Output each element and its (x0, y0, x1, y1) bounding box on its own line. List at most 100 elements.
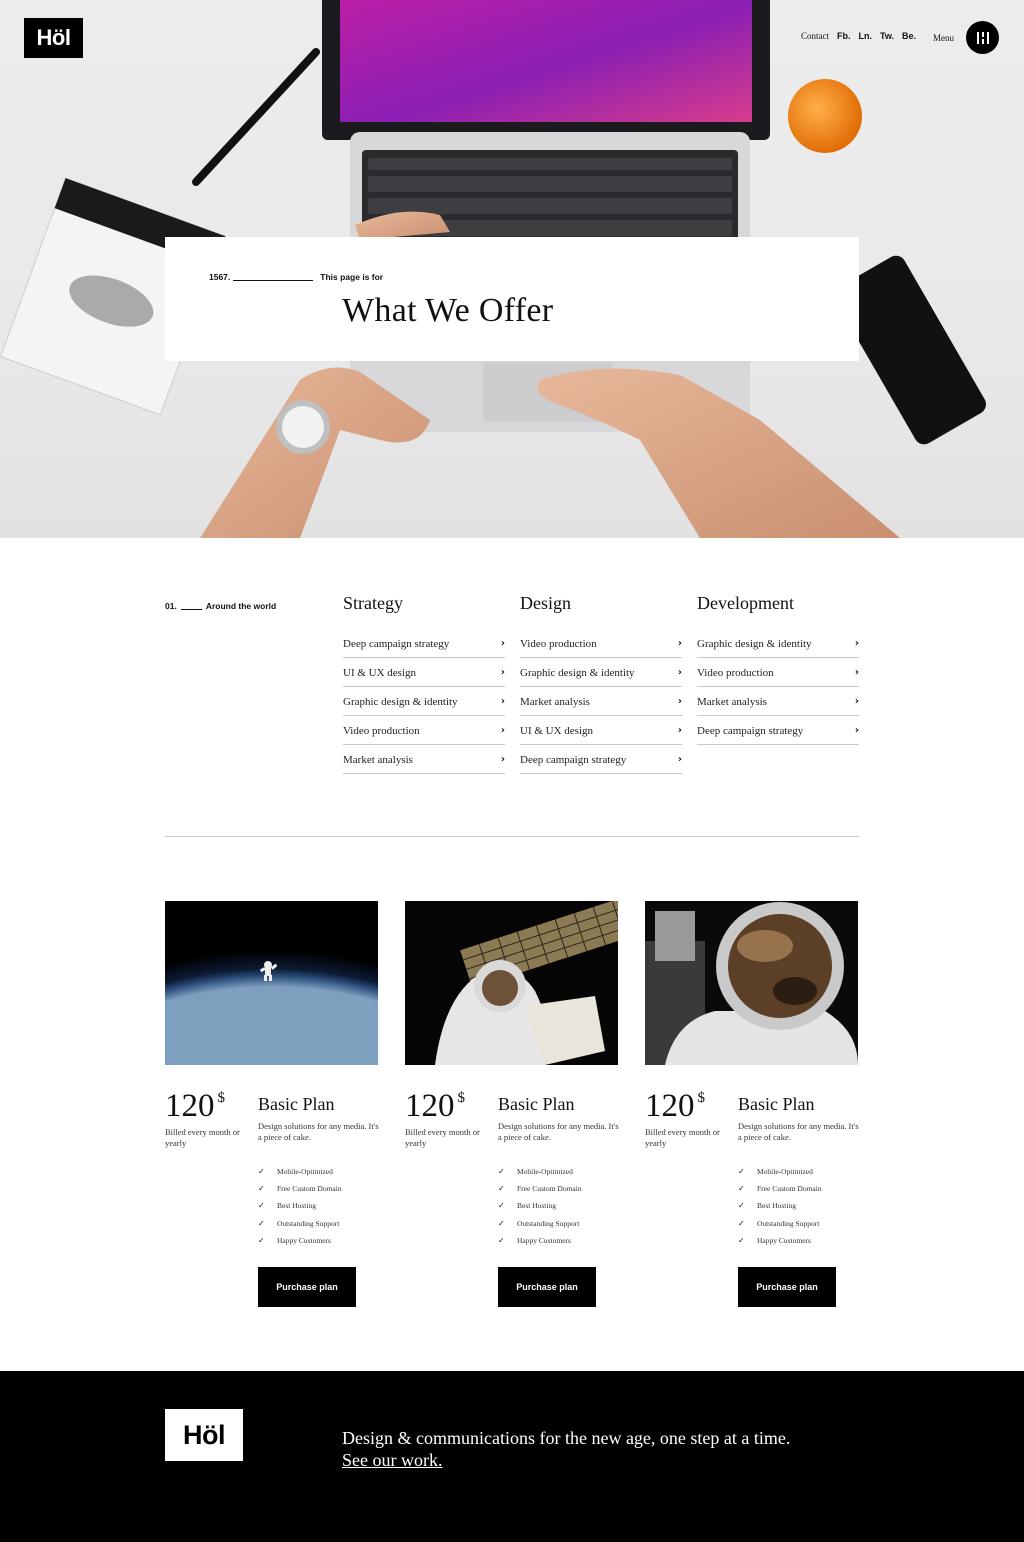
check-icon: ✓ (738, 1218, 745, 1228)
services-column-strategy: Strategy Deep campaign strategy › UI & UX… (343, 592, 505, 774)
service-link[interactable]: UI & UX design › (343, 658, 505, 687)
plan-name: Basic Plan (738, 1094, 815, 1114)
service-link[interactable]: Market analysis › (520, 687, 682, 716)
menu-icon (976, 31, 989, 44)
social-link-fb[interactable]: Fb. (837, 31, 851, 41)
chevron-right-icon: › (854, 667, 859, 678)
feature-label: Free Custom Domain (757, 1184, 822, 1194)
contact-link[interactable]: Contact (801, 31, 829, 41)
check-icon: ✓ (498, 1201, 505, 1211)
service-link[interactable]: Video production › (520, 629, 682, 658)
footer-tagline: Design & communications for the new age,… (342, 1428, 791, 1448)
chevron-right-icon: › (500, 696, 505, 707)
services-label-text: Around the world (205, 601, 277, 611)
service-label: Video production (520, 637, 597, 650)
service-link[interactable]: Deep campaign strategy › (520, 745, 682, 774)
chevron-right-icon: › (677, 696, 682, 707)
service-link[interactable]: Graphic design & identity › (697, 629, 859, 658)
plan-billing: Billed every month or yearly (645, 1127, 720, 1148)
pricing-plan: 120 $ Billed every month or yearly Basic … (165, 901, 379, 1307)
chevron-right-icon: › (677, 638, 682, 649)
services-column-development: Development Graphic design & identity › V… (697, 592, 859, 745)
chevron-right-icon: › (854, 725, 859, 736)
check-icon: ✓ (738, 1167, 745, 1177)
menu-button[interactable] (966, 21, 999, 54)
feature-item: ✓ Free Custom Domain (738, 1180, 822, 1197)
feature-item: ✓ Mobile-Optimized (738, 1163, 822, 1180)
feature-label: Happy Customers (757, 1235, 811, 1245)
feature-item: ✓ Best Hosting (738, 1197, 822, 1214)
feature-item: ✓ Outstanding Support (258, 1215, 342, 1232)
feature-item: ✓ Happy Customers (738, 1232, 822, 1249)
service-label: Graphic design & identity (520, 666, 635, 679)
feature-item: ✓ Free Custom Domain (498, 1180, 582, 1197)
feature-label: Best Hosting (277, 1201, 316, 1211)
service-label: Graphic design & identity (697, 637, 812, 650)
chevron-right-icon: › (500, 638, 505, 649)
price-currency: $ (457, 1090, 466, 1106)
plan-name: Basic Plan (498, 1094, 575, 1114)
service-link[interactable]: Graphic design & identity › (343, 687, 505, 716)
price-currency: $ (217, 1090, 226, 1106)
chevron-right-icon: › (677, 725, 682, 736)
plan-price: 120 $ (645, 1090, 705, 1123)
plan-billing: Billed every month or yearly (165, 1127, 240, 1148)
plan-price: 120 $ (405, 1090, 465, 1123)
plan-image-astronaut-station (405, 901, 618, 1065)
plan-billing: Billed every month or yearly (405, 1127, 480, 1148)
feature-item: ✓ Happy Customers (498, 1232, 582, 1249)
feature-label: Free Custom Domain (277, 1184, 342, 1194)
check-icon: ✓ (498, 1235, 505, 1245)
check-icon: ✓ (258, 1167, 265, 1177)
footer-logo[interactable]: Höl (165, 1409, 243, 1461)
feature-label: Free Custom Domain (517, 1184, 582, 1194)
feature-label: Mobile-Optimized (277, 1167, 333, 1177)
chevron-right-icon: › (500, 725, 505, 736)
service-link[interactable]: Video production › (343, 716, 505, 745)
purchase-plan-button[interactable]: Purchase plan (258, 1267, 356, 1307)
service-link[interactable]: Deep campaign strategy › (697, 716, 859, 745)
plan-description: Design solutions for any media. It's a p… (738, 1121, 859, 1142)
service-link[interactable]: Market analysis › (343, 745, 505, 774)
check-icon: ✓ (258, 1218, 265, 1228)
check-icon: ✓ (258, 1235, 265, 1245)
feature-label: Happy Customers (517, 1235, 571, 1245)
service-label: UI & UX design (520, 724, 594, 737)
plan-features: ✓ Mobile-Optimized ✓ Free Custom Domain ✓ B… (498, 1163, 582, 1249)
service-label: Market analysis (343, 753, 413, 766)
purchase-plan-button[interactable]: Purchase plan (498, 1267, 596, 1307)
feature-item: ✓ Free Custom Domain (258, 1180, 342, 1197)
price-amount: 120 (165, 1088, 215, 1124)
hero-title-card: 1567. This page is for What We Offer (165, 237, 859, 361)
services-column-design: Design Video production › Graphic design … (520, 592, 682, 774)
service-link[interactable]: Market analysis › (697, 687, 859, 716)
service-link[interactable]: Deep campaign strategy › (343, 629, 505, 658)
plan-image-astronaut-helmet (645, 901, 858, 1065)
pricing-plan: 120 $ Billed every month or yearly Basic … (645, 901, 859, 1307)
hero: Höl Contact Fb. Ln. Tw. Be. Menu 1567. T… (0, 0, 1024, 538)
social-link-be[interactable]: Be. (902, 31, 916, 41)
plan-features: ✓ Mobile-Optimized ✓ Free Custom Domain ✓ B… (738, 1163, 822, 1249)
see-our-work-link[interactable]: See our work. (342, 1450, 442, 1472)
service-link[interactable]: UI & UX design › (520, 716, 682, 745)
social-link-ln[interactable]: Ln. (858, 31, 872, 41)
services-number: 01. (165, 601, 177, 611)
services-label: 01. Around the world (165, 601, 276, 611)
logo[interactable]: Höl (24, 18, 83, 58)
feature-label: Outstanding Support (277, 1218, 340, 1228)
column-title: Strategy (343, 593, 403, 613)
feature-item: ✓ Happy Customers (258, 1232, 342, 1249)
feature-label: Best Hosting (757, 1201, 796, 1211)
menu-label[interactable]: Menu (933, 33, 954, 43)
plan-features: ✓ Mobile-Optimized ✓ Free Custom Domain ✓ B… (258, 1163, 342, 1249)
label-divider (180, 608, 202, 610)
service-link[interactable]: Graphic design & identity › (520, 658, 682, 687)
service-link[interactable]: Video production › (697, 658, 859, 687)
hero-eyebrow-text: This page is for (320, 272, 384, 282)
feature-item: ✓ Mobile-Optimized (498, 1163, 582, 1180)
social-link-tw[interactable]: Tw. (880, 31, 894, 41)
purchase-plan-button[interactable]: Purchase plan (738, 1267, 836, 1307)
feature-label: Mobile-Optimized (517, 1167, 573, 1177)
column-title: Development (697, 593, 794, 613)
plan-name: Basic Plan (258, 1094, 335, 1114)
